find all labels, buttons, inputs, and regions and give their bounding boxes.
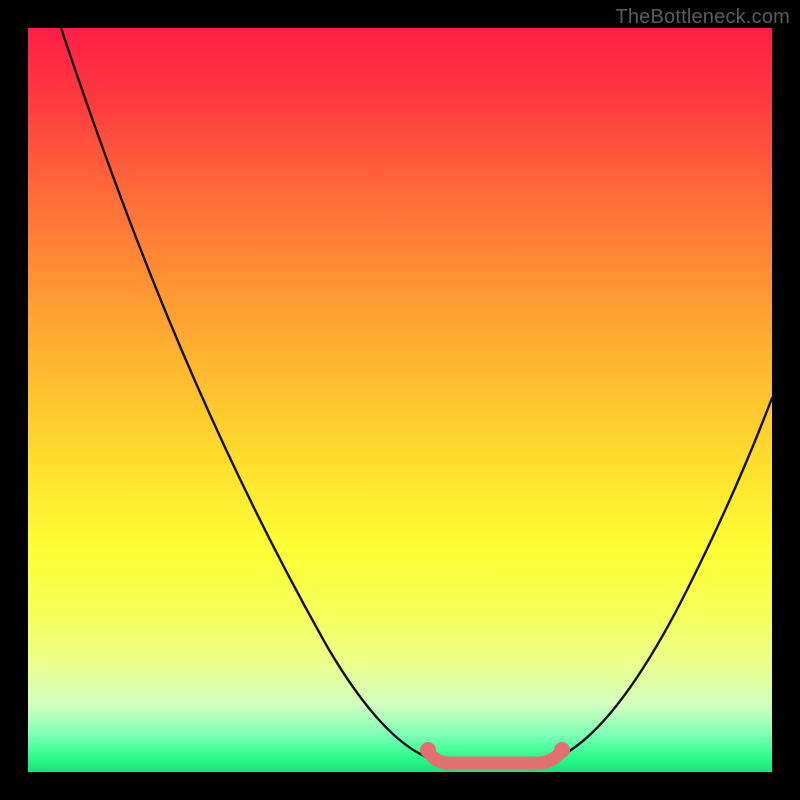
bottleneck-chart bbox=[28, 28, 772, 772]
sweet-spot-end-dot bbox=[554, 742, 570, 758]
bottleneck-curve bbox=[61, 28, 772, 763]
sweet-spot-band bbox=[431, 754, 559, 763]
plot-area bbox=[28, 28, 772, 772]
sweet-spot-start-dot bbox=[420, 742, 436, 758]
watermark-text: TheBottleneck.com bbox=[615, 6, 790, 29]
